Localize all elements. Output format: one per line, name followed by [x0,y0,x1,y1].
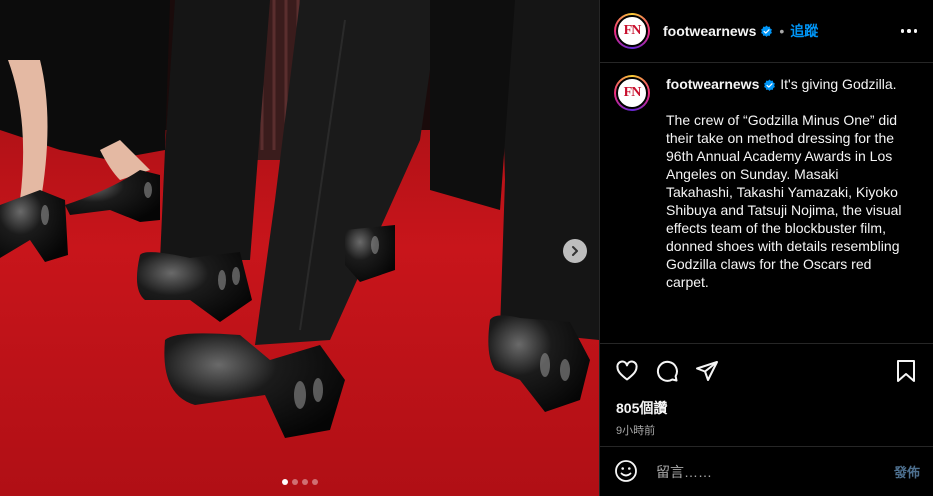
post-side-panel: FN footwearnews • 追蹤 FN footwearnews It'… [599,0,933,496]
comment-input[interactable] [656,463,894,480]
carousel-dot-2 [291,479,298,485]
caption-username[interactable]: footwearnews [666,76,759,92]
caption-section: FN footwearnews It's giving Godzilla. Th… [600,63,933,344]
verified-badge-icon [763,79,776,92]
author-avatar[interactable]: FN [614,13,650,49]
post-comment-button[interactable]: 發佈 [894,462,920,481]
emoji-smile-icon[interactable] [614,459,640,485]
bookmark-icon[interactable] [893,358,919,384]
comment-bar: 發佈 [600,446,933,496]
heart-icon[interactable] [614,358,640,384]
caption-body: The crew of “Godzilla Minus One” did the… [666,112,906,290]
carousel-dot-3 [301,479,308,485]
caption-avatar[interactable]: FN [614,75,650,111]
more-options-icon[interactable] [899,23,920,39]
post-actions [600,344,933,398]
fn-logo: FN [623,23,642,38]
caption-lead: It's giving Godzilla. [780,76,897,92]
post-header: FN footwearnews • 追蹤 [600,0,933,63]
follow-button[interactable]: 追蹤 [790,21,818,41]
post-timestamp[interactable]: 9小時前 [600,418,933,438]
fn-logo: FN [623,85,642,100]
carousel-dot-4 [311,479,318,485]
chevron-right-icon [572,246,578,256]
post-media[interactable] [0,0,599,496]
header-separator: • [779,23,785,39]
post-caption: footwearnews It's giving Godzilla. The c… [666,75,908,343]
author-username[interactable]: footwearnews [663,23,756,39]
carousel-dot-1 [281,479,288,485]
comment-bubble-icon[interactable] [654,358,680,384]
post-photo [0,0,599,496]
carousel-indicator [0,479,599,485]
verified-badge-icon [760,25,773,38]
carousel-next-button[interactable] [563,239,587,263]
paper-plane-icon[interactable] [694,358,720,384]
like-count[interactable]: 805個讚 [600,398,933,418]
